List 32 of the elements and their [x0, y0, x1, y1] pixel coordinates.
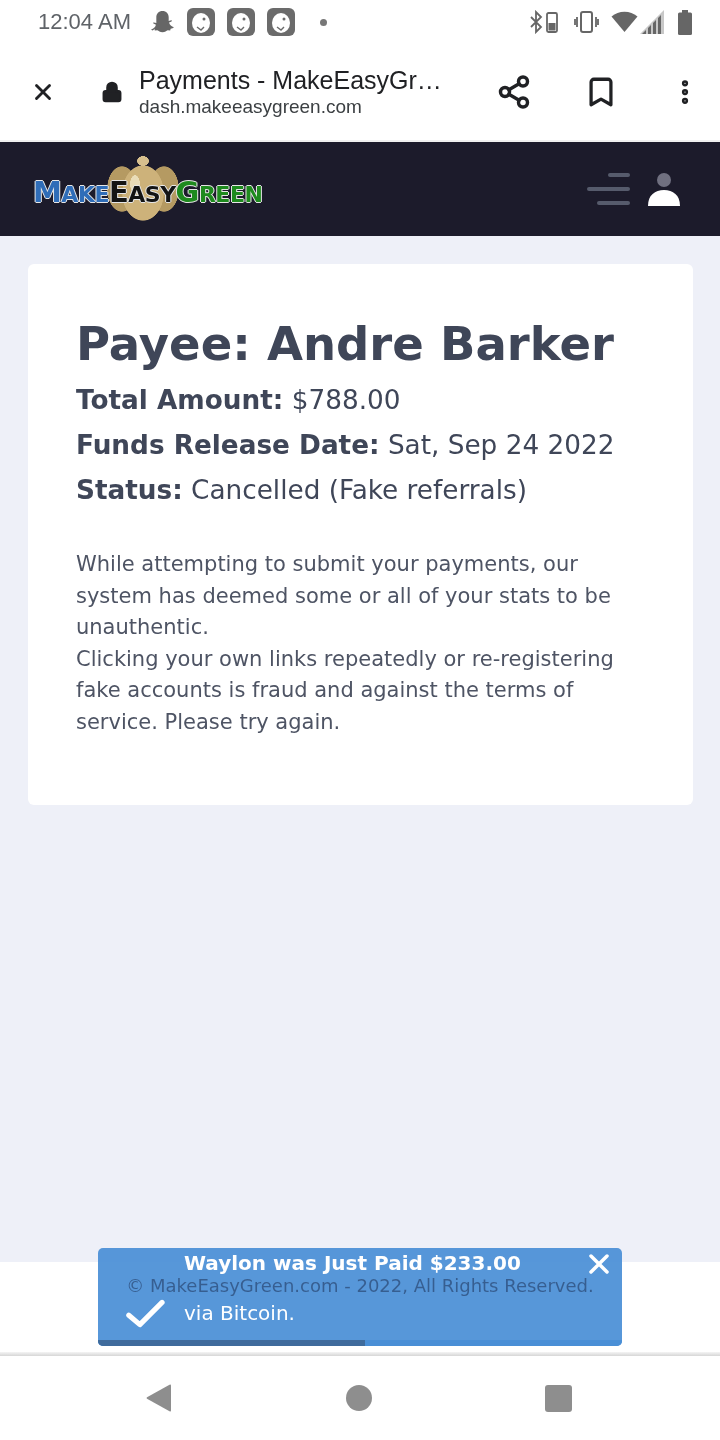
signal-icon — [640, 10, 664, 34]
payee-heading: Payee: Andre Barker — [76, 317, 615, 371]
user-icon[interactable] — [648, 172, 680, 206]
recents-icon[interactable] — [545, 1384, 572, 1412]
logo-text: EASY — [108, 177, 176, 210]
clock-time: 12:04 AM — [38, 9, 131, 35]
dot-icon — [319, 18, 327, 26]
battery-icon — [678, 9, 692, 35]
message-paragraph: While attempting to submit your payments, our system has deemed some or all of your stats to be unauthentic. — [76, 551, 612, 642]
payment-detail: Status: Cancelled (Fake referrals) — [76, 474, 528, 507]
lock-icon — [101, 81, 123, 103]
logo-text: MAKE — [33, 177, 109, 210]
toast-message: via Bitcoin. — [184, 1302, 296, 1324]
message-paragraph: Clicking your own links repeatedly or re-registering fake accounts is fraud and against the terms of service. Please try again. — [76, 645, 615, 736]
share-icon[interactable] — [496, 74, 532, 110]
page-url: dash.makeeasygreen.com — [139, 95, 363, 119]
wifi-icon — [611, 11, 638, 33]
check-icon — [125, 1299, 165, 1328]
page-title: Payments - MakeEasyGr… — [139, 65, 443, 95]
ghost-icon — [149, 10, 175, 34]
payment-detail: Total Amount: $788.00 — [76, 384, 402, 417]
app-icon — [226, 8, 255, 36]
payment-detail: Funds Release Date: Sat, Sep 24 2022 — [76, 429, 616, 462]
bluetooth-battery-icon — [529, 10, 560, 34]
back-icon[interactable] — [146, 1384, 172, 1412]
vibrate-icon — [574, 11, 599, 33]
copyright-text: © MakeEasyGreen.com - 2022, All Rights Reserved. — [126, 1276, 594, 1296]
menu-icon[interactable] — [587, 173, 630, 205]
home-icon[interactable] — [345, 1385, 372, 1411]
app-icon — [186, 8, 215, 36]
app-icon — [266, 8, 295, 36]
toast-title: Waylon was Just Paid $233.00 — [184, 1252, 521, 1274]
